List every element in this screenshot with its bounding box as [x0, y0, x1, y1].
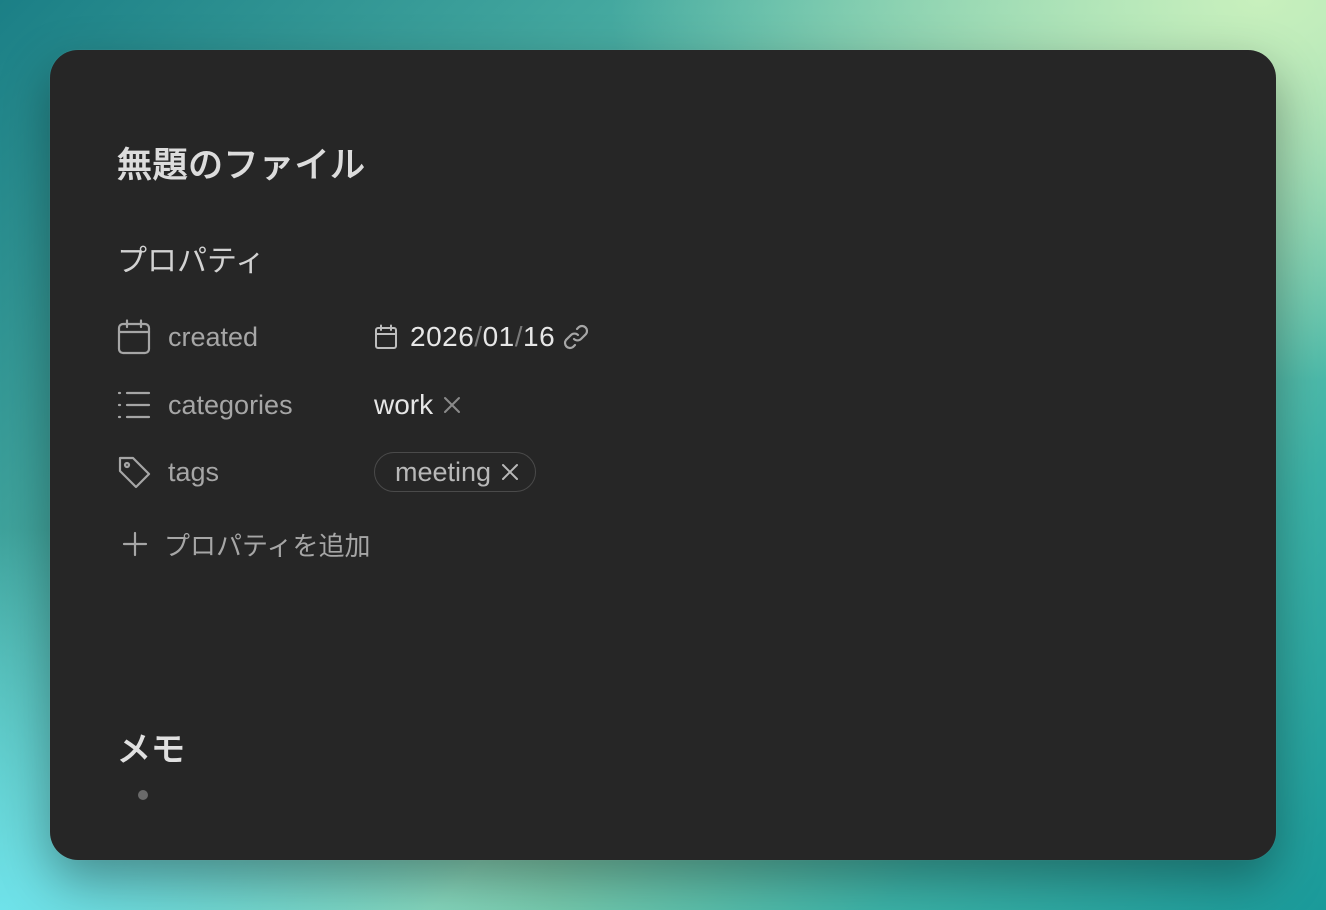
close-icon[interactable]	[443, 396, 461, 414]
date-field[interactable]: 2026/01/16	[374, 315, 591, 359]
date-separator: /	[514, 321, 524, 352]
list-field[interactable]: work	[374, 383, 461, 427]
tag-icon[interactable]	[117, 454, 151, 490]
memo-list	[138, 786, 148, 800]
plus-icon	[122, 531, 148, 557]
close-icon[interactable]	[501, 463, 519, 481]
property-row-categories: categories work	[117, 383, 817, 427]
date-picker-icon[interactable]	[374, 324, 398, 350]
property-row-tags: tags meeting	[117, 450, 817, 494]
property-label-categories[interactable]: categories	[168, 383, 293, 427]
note-window: 無題のファイル プロパティ created 2026/01/16 categor…	[50, 50, 1276, 860]
tag-pill-label: meeting	[395, 456, 492, 487]
tag-pill[interactable]: meeting	[374, 452, 537, 492]
link-icon[interactable]	[561, 322, 591, 352]
add-property-button[interactable]: プロパティを追加	[122, 524, 370, 564]
date-value[interactable]: 2026/01/16	[410, 321, 555, 353]
property-row-created: created 2026/01/16	[117, 315, 817, 359]
list-item-label: work	[374, 389, 434, 420]
properties-heading: プロパティ	[117, 244, 266, 279]
memo-heading[interactable]: メモ	[117, 728, 185, 772]
file-title[interactable]: 無題のファイル	[117, 144, 366, 188]
date-year: 2026	[410, 321, 475, 352]
date-month: 01	[482, 321, 515, 352]
property-label-tags[interactable]: tags	[168, 450, 219, 494]
list-icon[interactable]	[117, 387, 151, 423]
calendar-icon[interactable]	[117, 319, 151, 355]
property-label-created[interactable]: created	[168, 315, 258, 359]
list-item[interactable]: work	[374, 389, 461, 421]
date-separator: /	[474, 321, 483, 352]
date-day: 16	[523, 321, 556, 352]
tags-field[interactable]: meeting	[374, 450, 537, 494]
list-item[interactable]	[138, 790, 148, 800]
add-property-label: プロパティを追加	[164, 531, 371, 562]
bullet-icon	[138, 790, 148, 800]
